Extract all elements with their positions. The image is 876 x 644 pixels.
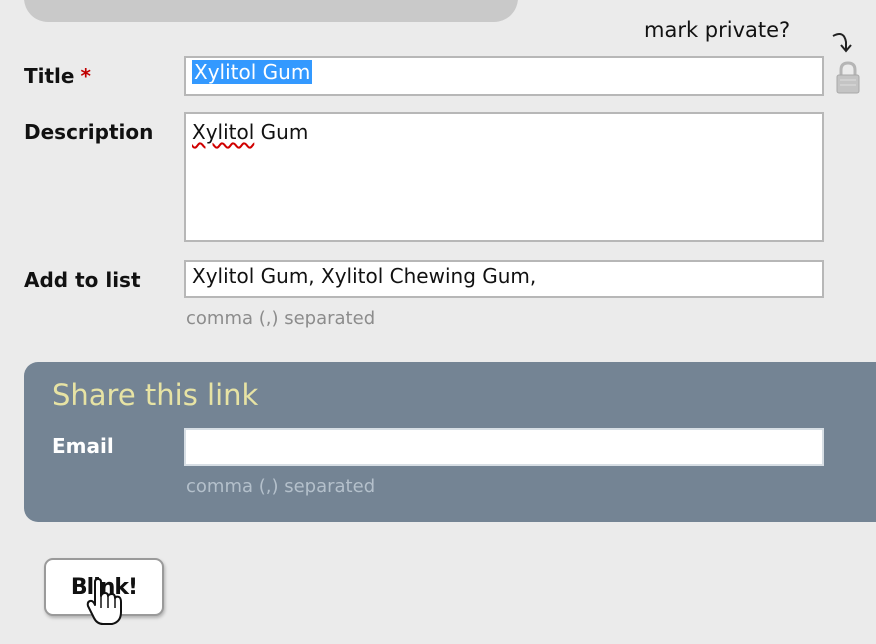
required-marker: *	[80, 64, 91, 88]
share-heading: Share this link	[52, 378, 259, 412]
list-hint: comma (,) separated	[186, 308, 376, 329]
email-hint: comma (,) separated	[186, 476, 376, 497]
email-input[interactable]	[184, 428, 824, 466]
top-tab-decoration	[24, 0, 518, 22]
description-label: Description	[24, 120, 154, 144]
lock-icon[interactable]	[834, 60, 862, 96]
title-input[interactable]: Xylitol Gum	[184, 56, 824, 96]
add-to-list-value: Xylitol Gum, Xylitol Chewing Gum,	[192, 264, 537, 288]
description-text: Gum	[254, 120, 309, 144]
add-to-list-input[interactable]: Xylitol Gum, Xylitol Chewing Gum,	[184, 260, 824, 298]
curved-arrow-down-icon	[832, 33, 852, 53]
hand-pointer-cursor-icon	[86, 578, 122, 625]
email-label: Email	[52, 434, 114, 458]
description-misspelled-word: Xylitol	[192, 120, 255, 144]
title-label: Title *	[24, 64, 91, 88]
title-label-text: Title	[24, 64, 75, 88]
add-to-list-label: Add to list	[24, 268, 141, 292]
description-textarea[interactable]: Xylitol Gum	[184, 112, 824, 242]
title-input-value: Xylitol Gum	[192, 60, 313, 84]
mark-private-label: mark private?	[644, 18, 791, 42]
